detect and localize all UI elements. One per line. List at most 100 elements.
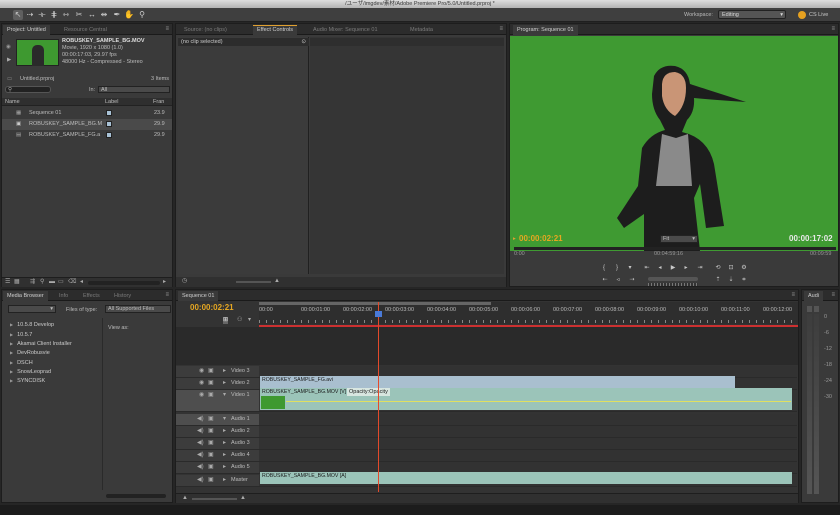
expand-track-icon[interactable]: ▸ (223, 380, 226, 387)
play-thumbnail-icon[interactable]: ▶ (7, 57, 11, 63)
eye-icon[interactable]: ◉ (199, 392, 204, 399)
in-select[interactable]: All (98, 86, 170, 93)
panel-menu-icon[interactable]: ≡ (791, 291, 795, 300)
lock-icon[interactable]: ▣ (208, 392, 214, 399)
expand-track-icon[interactable]: ▸ (223, 440, 226, 447)
lock-icon[interactable]: ▣ (208, 416, 214, 423)
tab-resource-central[interactable]: Resource Central (60, 25, 111, 35)
speaker-icon[interactable]: ◀) (197, 464, 204, 471)
timeline-ruler[interactable]: 00:00 00:00:01:00 00:00:02:00 00:00:03:00 00… (259, 302, 798, 327)
project-item-row[interactable]: ▤ ROBUSKEY_SAMPLE_FG.a 29.9 (2, 130, 172, 141)
tab-info[interactable]: Info (55, 291, 72, 301)
browser-folder-item[interactable]: ▶ 10.5.7 (10, 332, 32, 338)
go-to-prev-edit-icon[interactable]: ⇠ (600, 276, 610, 284)
automate-to-sequence-icon[interactable]: ⇶ (30, 279, 35, 286)
tab-effects[interactable]: Effects (79, 291, 104, 301)
find-icon[interactable]: ⚲ (40, 279, 44, 286)
browser-folder-item[interactable]: ▶ DSCH (10, 360, 33, 366)
go-to-out-icon[interactable]: ⇥ (695, 264, 705, 272)
lock-icon[interactable]: ▣ (208, 464, 214, 471)
zoom-in-icon[interactable]: ▲ (240, 495, 246, 502)
zoom-tool-icon[interactable]: ⚲ (137, 10, 147, 20)
cs-live-icon[interactable] (798, 11, 806, 19)
panel-menu-icon[interactable]: ≡ (831, 25, 835, 34)
lock-icon[interactable]: ▣ (208, 477, 214, 484)
timeline-timecode[interactable]: 00:00:02:21 (190, 303, 234, 312)
zoom-slider[interactable] (236, 281, 271, 283)
speaker-icon[interactable]: ◀) (197, 416, 204, 423)
set-marker-icon[interactable]: ▾ (248, 317, 251, 324)
track-lane[interactable] (259, 450, 797, 462)
poster-frame-icon[interactable]: ◉ (6, 44, 11, 50)
browser-folder-item[interactable]: ▶ SYNCDISK (10, 378, 45, 384)
go-to-next-edit-icon[interactable]: ⇢ (627, 276, 637, 284)
razor-tool-icon[interactable]: ✂ (74, 10, 84, 20)
mark-in-icon[interactable]: { (600, 264, 608, 272)
scroll-right-icon[interactable]: ▸ (163, 279, 166, 286)
new-bin-icon[interactable]: ▬ (49, 279, 55, 286)
go-to-in-icon[interactable]: ⇤ (642, 264, 652, 272)
solo-left-button[interactable] (807, 306, 812, 312)
project-item-row[interactable]: ▣ ROBUSKEY_SAMPLE_BG.M 29.9 (2, 119, 172, 130)
speaker-icon[interactable]: ◀) (197, 440, 204, 447)
browser-folder-item[interactable]: ▶ 10.5.8 Develop (10, 322, 54, 328)
trim-icon[interactable]: ⌗ (739, 276, 749, 284)
jog-wheel[interactable] (648, 283, 698, 286)
path-select[interactable]: ▾ (8, 305, 56, 313)
browser-folder-item[interactable]: ▶ SnowLeoprad (10, 369, 51, 375)
tab-audio-mixer[interactable]: Audio Mixer: Sequence 01 (309, 25, 382, 35)
hand-tool-icon[interactable]: ✋ (124, 10, 134, 20)
tab-source[interactable]: Source: (no clips) (180, 25, 231, 35)
pen-tool-icon[interactable]: ✒ (112, 10, 122, 20)
tab-program[interactable]: Program: Sequence 01 (513, 25, 578, 35)
project-item-row[interactable]: ▦ Sequence 01 23.9 (2, 108, 172, 119)
program-scrubber[interactable] (514, 247, 836, 250)
program-timecode-current[interactable]: 00:00:02:21 (519, 234, 563, 243)
loop-icon[interactable]: ⟲ (713, 264, 723, 272)
lock-icon[interactable]: ▣ (208, 428, 214, 435)
step-back-icon[interactable]: ◂ (656, 264, 664, 272)
clip-effect-dropdown[interactable]: Opacity:Opacity (347, 388, 390, 396)
project-search-input[interactable]: ⚲ (5, 86, 51, 93)
video-clip-bg[interactable]: ROBUSKEY_SAMPLE_BG.MOV [V] Opacity:Opacit… (260, 388, 792, 410)
solo-right-button[interactable] (814, 306, 819, 312)
eye-icon[interactable]: ◉ (199, 368, 204, 375)
work-area-bar[interactable] (259, 302, 491, 305)
column-frame-rate[interactable]: Fran (153, 99, 164, 105)
zoom-in-icon[interactable]: ▲ (274, 278, 280, 285)
ripple-edit-tool-icon[interactable]: ⟛ (37, 10, 47, 20)
play-icon[interactable]: ▶ (668, 264, 678, 272)
tab-sequence[interactable]: Sequence 01 (178, 291, 219, 301)
lock-icon[interactable]: ▣ (208, 440, 214, 447)
mark-out-icon[interactable]: } (613, 264, 621, 272)
cs-live-button[interactable]: CS Live (809, 12, 828, 18)
opacity-keyframe-line[interactable] (286, 401, 791, 402)
panel-menu-icon[interactable]: ≡ (831, 291, 835, 300)
lift-icon[interactable]: ⇡ (713, 276, 723, 284)
set-encore-marker-icon[interactable]: ⚇ (237, 317, 242, 324)
tab-effect-controls[interactable]: Effect Controls (253, 25, 297, 35)
tab-metadata[interactable]: Metadata (406, 25, 437, 35)
rolling-edit-tool-icon[interactable]: ⋕ (49, 10, 59, 20)
program-video-frame[interactable] (510, 36, 838, 251)
video-clip-fg[interactable]: ROBUSKEY_SAMPLE_FG.avi (260, 376, 735, 388)
shuttle-back-icon[interactable]: ◃ (613, 276, 623, 284)
panel-menu-icon[interactable]: ≡ (165, 25, 169, 34)
speaker-icon[interactable]: ◀) (197, 428, 204, 435)
step-forward-icon[interactable]: ▸ (682, 264, 690, 272)
timeline-zoom-slider[interactable] (192, 498, 237, 500)
fit-select[interactable]: Fit ▾ (660, 235, 698, 243)
snap-icon[interactable]: ⊞ (223, 317, 229, 324)
output-icon[interactable]: ⚙ (739, 264, 749, 272)
reveal-icon[interactable]: ⊙ (301, 39, 306, 45)
expand-track-icon[interactable]: ▸ (223, 368, 226, 375)
expand-track-icon[interactable]: ▸ (223, 428, 226, 435)
set-marker-icon[interactable]: ▾ (626, 264, 634, 272)
panel-menu-icon[interactable]: ≡ (499, 25, 503, 34)
slide-tool-icon[interactable]: ⇹ (99, 10, 109, 20)
lock-icon[interactable]: ▣ (208, 452, 214, 459)
panel-menu-icon[interactable]: ≡ (165, 291, 169, 300)
new-item-icon[interactable]: ▭ (58, 279, 64, 286)
expand-track-icon[interactable]: ▾ (223, 416, 226, 423)
rate-stretch-tool-icon[interactable]: ⇿ (61, 10, 71, 20)
